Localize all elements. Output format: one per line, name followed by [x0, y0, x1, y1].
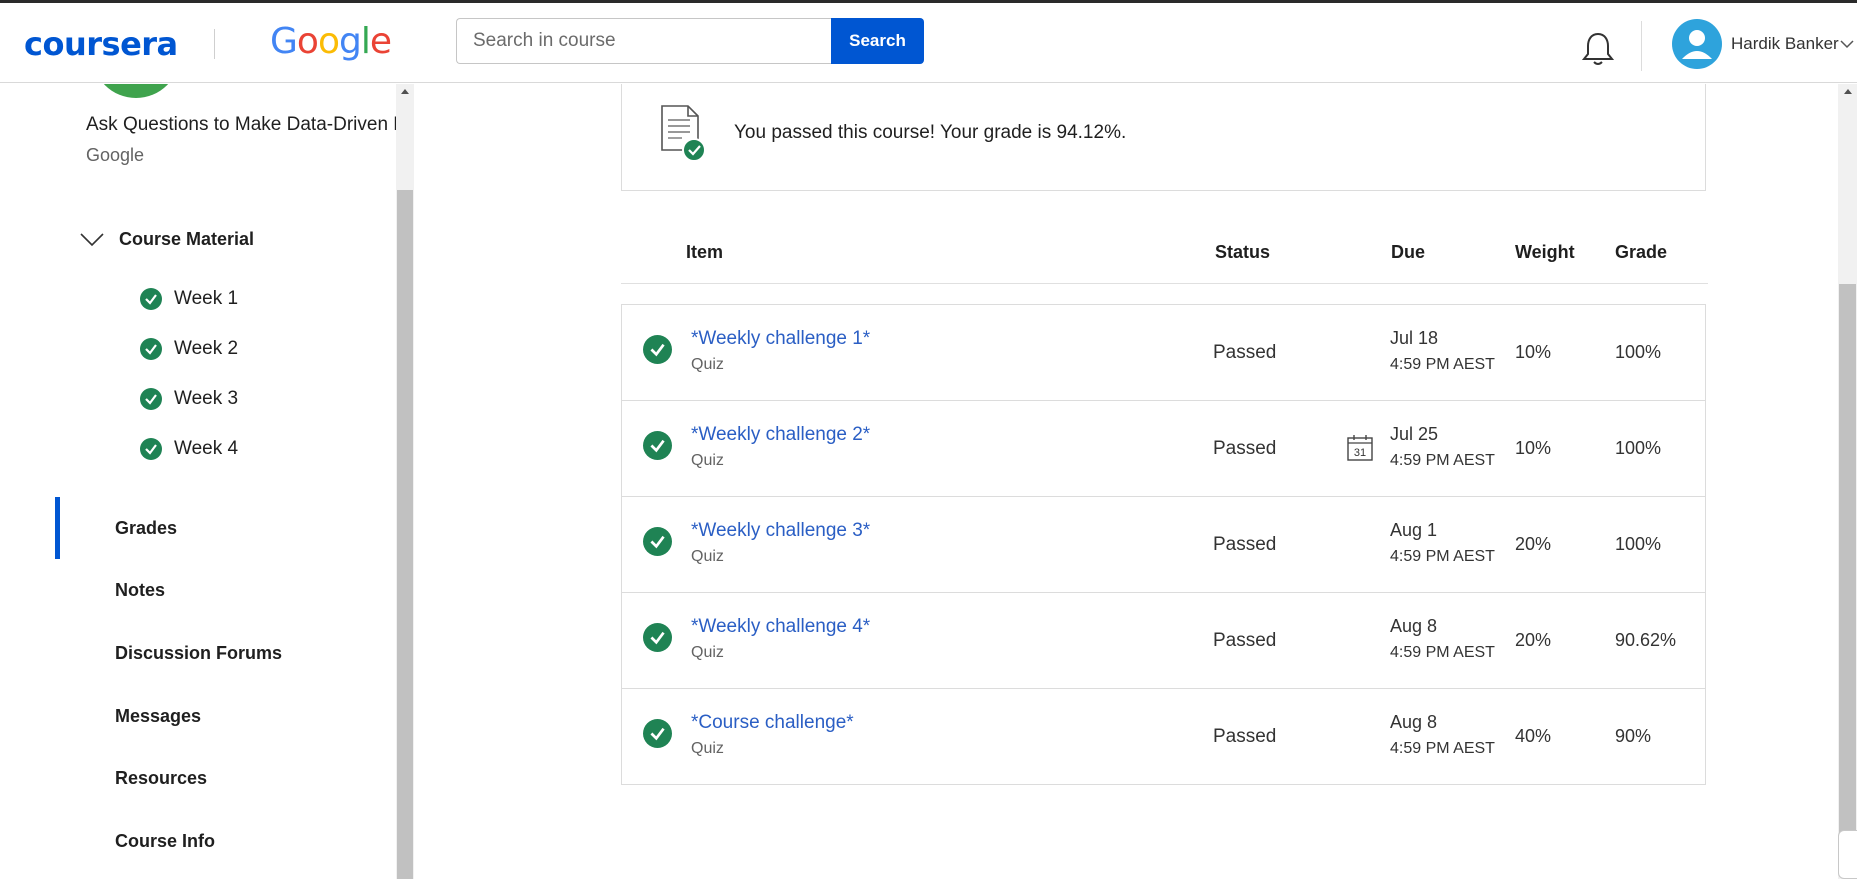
table-row: *Weekly challenge 1* Quiz Passed Jul 18 …: [622, 305, 1705, 401]
table-row: *Weekly challenge 4* Quiz Passed Aug 8 4…: [622, 593, 1705, 689]
table-row: *Course challenge* Quiz Passed Aug 8 4:5…: [622, 689, 1705, 784]
sidebar-item-messages[interactable]: Messages: [115, 706, 201, 727]
column-header-item: Item: [686, 242, 724, 262]
help-button[interactable]: [1838, 830, 1857, 879]
scroll-up-arrow-icon[interactable]: [400, 86, 410, 96]
status-text: Passed: [1213, 630, 1277, 651]
sidebar-item-week-4[interactable]: Week 4: [140, 436, 238, 462]
sidebar-item-week-3[interactable]: Week 3: [140, 386, 238, 412]
grade-value: 90.62%: [1615, 630, 1677, 650]
week-label: Week 3: [174, 388, 239, 409]
due-time: 4:59 PM AEST: [1390, 548, 1495, 565]
calendar-icon[interactable]: 31: [1346, 434, 1374, 462]
due-date: Jul 18: [1390, 328, 1439, 348]
item-link[interactable]: *Weekly challenge 2*: [691, 424, 870, 446]
bell-icon[interactable]: [1581, 31, 1615, 67]
column-header-weight: Weight: [1515, 242, 1575, 262]
column-header-grade: Grade: [1615, 242, 1668, 262]
header-separator: [1641, 21, 1642, 71]
sidebar-scrollbar-thumb[interactable]: [397, 190, 413, 879]
pass-message: You passed this course! Your grade is 94…: [734, 122, 1127, 143]
weight-value: 10%: [1515, 342, 1552, 362]
sidebar-item-grades[interactable]: Grades: [115, 518, 177, 539]
week-label: Week 2: [174, 338, 239, 359]
item-link[interactable]: *Weekly challenge 4*: [691, 616, 870, 638]
check-circle-icon: [140, 288, 162, 310]
item-link[interactable]: *Weekly challenge 3*: [691, 520, 870, 542]
search-input[interactable]: [456, 18, 832, 64]
week-label: Week 1: [174, 288, 239, 309]
due-date: Aug 8: [1390, 616, 1438, 636]
check-circle-icon: [643, 431, 672, 460]
user-avatar-icon: [1682, 30, 1712, 59]
due-date: Jul 25: [1390, 424, 1439, 444]
scroll-up-arrow-icon[interactable]: [1843, 86, 1853, 96]
sidebar-item-week-1[interactable]: Week 1: [140, 286, 238, 312]
sidebar-item-course-info[interactable]: Course Info: [115, 831, 215, 852]
check-circle-icon: [643, 719, 672, 748]
top-header: coursera Google Search Hardik Banker: [0, 3, 1857, 83]
sidebar-item-week-2[interactable]: Week 2: [140, 336, 238, 362]
course-partner: Google: [86, 145, 145, 165]
course-material-toggle[interactable]: Course Material: [119, 229, 254, 250]
column-header-due: Due: [1391, 242, 1426, 262]
due-time: 4:59 PM AEST: [1390, 356, 1495, 373]
due-time: 4:59 PM AEST: [1390, 452, 1495, 469]
item-link[interactable]: *Course challenge*: [691, 712, 854, 734]
status-text: Passed: [1213, 726, 1277, 747]
item-type: Quiz: [691, 548, 724, 565]
sidebar-item-notes[interactable]: Notes: [115, 580, 165, 601]
google-partner-logo: Google: [270, 21, 392, 62]
calendar-day: 31: [1354, 447, 1366, 459]
document-check-icon: [661, 105, 706, 162]
due-time: 4:59 PM AEST: [1390, 644, 1495, 661]
coursera-logo[interactable]: coursera: [24, 25, 178, 63]
grade-value: 100%: [1615, 438, 1662, 458]
table-row: *Weekly challenge 3* Quiz Passed Aug 1 4…: [622, 497, 1705, 593]
course-sidebar: Ask Questions to Make Data-Driven Decisi…: [0, 84, 397, 879]
chevron-down-icon[interactable]: [80, 232, 104, 248]
course-title[interactable]: Ask Questions to Make Data-Driven Decisi…: [86, 114, 396, 136]
active-nav-indicator: [55, 497, 60, 559]
status-text: Passed: [1213, 438, 1277, 459]
due-date: Aug 8: [1390, 712, 1438, 732]
search-button[interactable]: Search: [831, 18, 924, 64]
check-circle-icon: [140, 338, 162, 360]
grade-value: 100%: [1615, 534, 1662, 554]
avatar[interactable]: [1672, 19, 1722, 69]
item-type: Quiz: [691, 740, 724, 757]
status-text: Passed: [1213, 534, 1277, 555]
chevron-down-icon[interactable]: [1840, 39, 1854, 49]
grade-value: 90%: [1615, 726, 1652, 746]
weight-value: 40%: [1515, 726, 1552, 746]
main-scrollbar-thumb[interactable]: [1839, 284, 1856, 836]
week-label: Week 4: [174, 438, 239, 459]
weight-value: 20%: [1515, 534, 1552, 554]
sidebar-item-resources[interactable]: Resources: [115, 768, 207, 789]
sidebar-item-discussion-forums[interactable]: Discussion Forums: [115, 643, 282, 664]
check-circle-icon: [140, 438, 162, 460]
column-header-status: Status: [1215, 242, 1271, 262]
item-type: Quiz: [691, 644, 724, 661]
table-row: *Weekly challenge 2* Quiz Passed 31 Jul …: [622, 401, 1705, 497]
user-name[interactable]: Hardik Banker: [1731, 34, 1839, 54]
grades-table: *Weekly challenge 1* Quiz Passed Jul 18 …: [621, 304, 1706, 785]
status-text: Passed: [1213, 342, 1277, 363]
due-time: 4:59 PM AEST: [1390, 740, 1495, 757]
due-date: Aug 1: [1390, 520, 1438, 540]
course-badge-icon: [92, 84, 180, 98]
grade-value: 100%: [1615, 342, 1662, 362]
check-circle-icon: [643, 335, 672, 364]
grades-table-header: Item Status Due Weight Grade: [621, 230, 1708, 284]
item-link[interactable]: *Weekly challenge 1*: [691, 328, 870, 350]
item-type: Quiz: [691, 356, 724, 373]
weight-value: 10%: [1515, 438, 1552, 458]
item-type: Quiz: [691, 452, 724, 469]
check-circle-icon: [643, 623, 672, 652]
logo-divider: [214, 29, 215, 59]
course-pass-banner: You passed this course! Your grade is 94…: [621, 84, 1706, 191]
weight-value: 20%: [1515, 630, 1552, 650]
check-circle-icon: [140, 388, 162, 410]
check-circle-icon: [643, 527, 672, 556]
